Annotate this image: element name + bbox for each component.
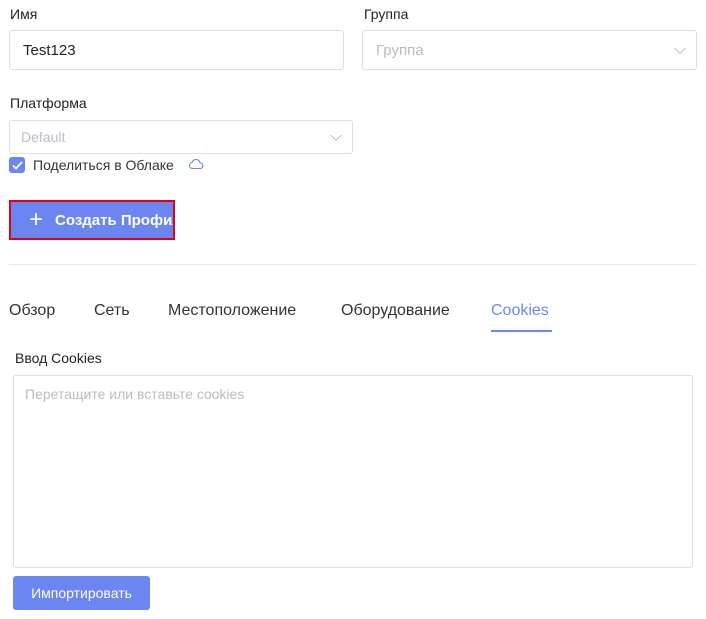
share-cloud-checkbox[interactable] <box>9 157 25 173</box>
cloud-icon <box>188 159 204 170</box>
active-tab-indicator <box>491 330 552 332</box>
group-label: Группа <box>364 6 409 22</box>
create-profile-button[interactable]: + Создать Профиль <box>9 200 175 240</box>
platform-label: Платформа <box>10 95 87 111</box>
name-input-value: Test123 <box>23 41 76 59</box>
tab-overview[interactable]: Обзор <box>9 302 55 320</box>
chevron-down-icon <box>330 129 342 142</box>
import-button[interactable]: Импортировать <box>13 576 150 610</box>
tab-network[interactable]: Сеть <box>94 302 130 320</box>
name-label: Имя <box>10 6 38 22</box>
group-select[interactable]: Группа <box>362 30 697 70</box>
plus-icon: + <box>29 206 44 233</box>
checkmark-icon <box>11 160 23 170</box>
tab-hardware[interactable]: Оборудование <box>341 302 450 320</box>
import-button-label: Импортировать <box>31 585 132 601</box>
tab-cookies[interactable]: Cookies <box>491 302 549 320</box>
cookies-textarea[interactable]: Перетащите или вставьте cookies <box>13 375 693 568</box>
share-cloud-label: Поделиться в Облаке <box>33 157 174 173</box>
group-select-placeholder: Группа <box>376 41 424 59</box>
create-profile-label: Создать Профиль <box>55 211 173 229</box>
chevron-down-icon <box>674 42 686 55</box>
cookies-label: Ввод Cookies <box>15 350 102 366</box>
name-input[interactable]: Test123 <box>9 30 344 70</box>
platform-select-placeholder: Default <box>21 129 66 145</box>
cookies-placeholder: Перетащите или вставьте cookies <box>25 386 245 402</box>
platform-select[interactable]: Default <box>9 120 353 154</box>
tab-location[interactable]: Местоположение <box>168 302 296 320</box>
section-divider <box>9 264 697 265</box>
